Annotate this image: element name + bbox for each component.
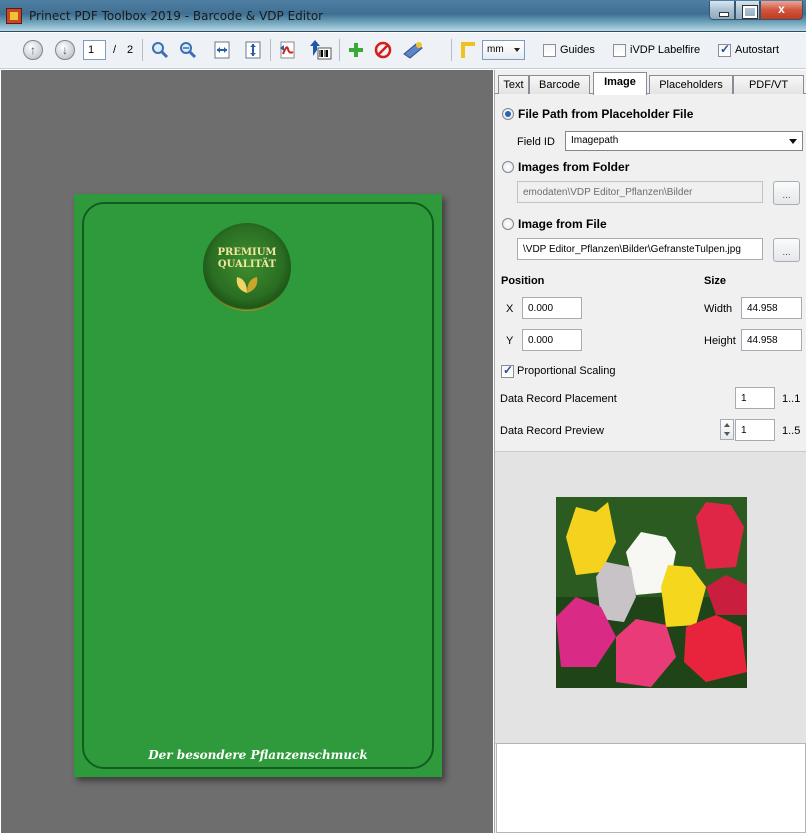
delete-icon[interactable] <box>372 39 394 61</box>
height-input[interactable]: 44.958 <box>741 329 802 351</box>
zoom-out-icon[interactable] <box>177 39 199 61</box>
badge-line2: QUALITÄT <box>217 259 277 270</box>
unit-select[interactable]: mm <box>482 40 525 60</box>
toolbar-divider <box>451 39 452 61</box>
size-heading: Size <box>704 275 727 287</box>
title-bar: Prinect PDF Toolbox 2019 - Barcode & VDP… <box>0 0 806 32</box>
width-input[interactable]: 44.958 <box>741 297 802 319</box>
guides-checkbox[interactable] <box>543 43 556 57</box>
close-button[interactable]: x <box>760 1 803 20</box>
browse-file-button[interactable]: ... <box>773 238 800 262</box>
chevron-down-icon <box>514 48 520 52</box>
autostart-toggle[interactable]: Autostart <box>718 39 779 61</box>
properties-panel: Text Barcode Image Placeholders PDF/VT F… <box>494 70 806 833</box>
y-input[interactable]: 0.000 <box>522 329 582 351</box>
image-preview-pane <box>495 451 806 744</box>
zoom-in-icon[interactable] <box>149 39 171 61</box>
leaf-icon <box>236 277 258 293</box>
add-icon[interactable] <box>345 39 367 61</box>
pdf-export-icon[interactable] <box>276 39 300 61</box>
barcode-import-icon[interactable] <box>309 39 333 61</box>
prev-page-icon: ↑ <box>23 40 43 60</box>
document-page[interactable]: PREMIUM QUALITÄT Der besondere Pflanzens… <box>74 194 442 777</box>
guides-toggle[interactable]: Guides <box>543 39 595 61</box>
close-icon: x <box>778 2 785 16</box>
y-label: Y <box>506 335 514 347</box>
labelfire-label: iVDP Labelfire <box>630 44 701 56</box>
placeholder-file-label: File Path from Placeholder File <box>518 107 694 121</box>
image-file-label: Image from File <box>518 217 607 231</box>
chevron-down-icon <box>789 139 797 144</box>
page-total: 2 <box>127 44 134 56</box>
toolbar-divider <box>339 39 340 61</box>
image-file-radio[interactable] <box>502 218 514 230</box>
tab-bar: Text Barcode Image Placeholders PDF/VT <box>495 72 806 95</box>
ruler-icon[interactable] <box>458 39 478 61</box>
unit-select-value: mm <box>487 44 504 55</box>
labelfire-toggle[interactable]: iVDP Labelfire <box>613 39 700 61</box>
tab-placeholders[interactable]: Placeholders <box>649 75 733 94</box>
tulip-image <box>556 497 747 688</box>
proportional-scaling-label: Proportional Scaling <box>517 365 616 377</box>
record-placement-label: Data Record Placement <box>500 393 617 405</box>
tab-pdfvt[interactable]: PDF/VT <box>733 75 804 94</box>
proportional-scaling-checkbox[interactable] <box>501 363 514 378</box>
autostart-checkbox[interactable] <box>718 42 731 57</box>
info-area <box>496 743 806 833</box>
page-separator: / <box>113 44 117 56</box>
page-number-input[interactable]: 1 <box>83 40 106 60</box>
browse-folder-button[interactable]: ... <box>773 181 800 205</box>
labelfire-checkbox[interactable] <box>613 43 626 57</box>
folder-path-field[interactable]: emodaten\VDP Editor_Pflanzen\Bilder <box>517 181 763 203</box>
tab-barcode[interactable]: Barcode <box>529 75 590 94</box>
toolbar-divider <box>270 39 271 61</box>
window-title: Prinect PDF Toolbox 2019 - Barcode & VDP… <box>29 9 324 23</box>
prev-page-button[interactable]: ↑ <box>23 39 43 61</box>
fit-height-icon[interactable] <box>243 39 263 61</box>
x-input[interactable]: 0.000 <box>522 297 582 319</box>
placeholder-file-radio[interactable] <box>502 108 514 120</box>
autostart-label: Autostart <box>735 44 780 56</box>
file-path-field[interactable]: \VDP Editor_Pflanzen\Bilder\GefransteTul… <box>517 238 763 260</box>
next-page-icon: ↓ <box>55 40 75 60</box>
fit-width-icon[interactable] <box>212 39 232 61</box>
field-id-label: Field ID <box>517 136 555 148</box>
next-page-button[interactable]: ↓ <box>55 39 75 61</box>
premium-quality-badge: PREMIUM QUALITÄT <box>203 223 291 311</box>
record-preview-range: 1..5 <box>782 425 801 437</box>
field-id-dropdown[interactable]: Imagepath <box>565 131 803 151</box>
tab-image[interactable]: Image <box>593 72 647 95</box>
tab-text[interactable]: Text <box>498 75 529 94</box>
record-preview-spinner[interactable] <box>720 419 734 440</box>
settings-icon[interactable] <box>401 39 425 61</box>
record-placement-range: 1..1 <box>782 393 801 405</box>
toolbar: ↑ ↓ 1 / 2 mm Guides iVDP Labelfire ✓ Aut… <box>0 33 806 69</box>
field-id-value: Imagepath <box>571 135 619 146</box>
page-footer-text: Der besondere Pflanzenschmuck <box>148 748 368 762</box>
width-label: Width <box>704 303 733 315</box>
app-icon <box>6 8 22 24</box>
position-heading: Position <box>501 275 545 287</box>
height-label: Height <box>704 335 736 347</box>
images-folder-label: Images from Folder <box>518 160 630 174</box>
images-folder-radio[interactable] <box>502 161 514 173</box>
guides-label: Guides <box>560 44 595 56</box>
badge-line1: PREMIUM <box>217 247 277 258</box>
record-preview-label: Data Record Preview <box>500 425 604 437</box>
record-preview-input[interactable]: 1 <box>735 419 775 441</box>
record-placement-input[interactable]: 1 <box>735 387 775 409</box>
document-preview-area[interactable]: PREMIUM QUALITÄT Der besondere Pflanzens… <box>1 70 493 833</box>
minimize-button[interactable] <box>709 1 735 20</box>
toolbar-divider <box>142 39 143 61</box>
maximize-button[interactable] <box>735 1 760 20</box>
x-label: X <box>506 303 514 315</box>
